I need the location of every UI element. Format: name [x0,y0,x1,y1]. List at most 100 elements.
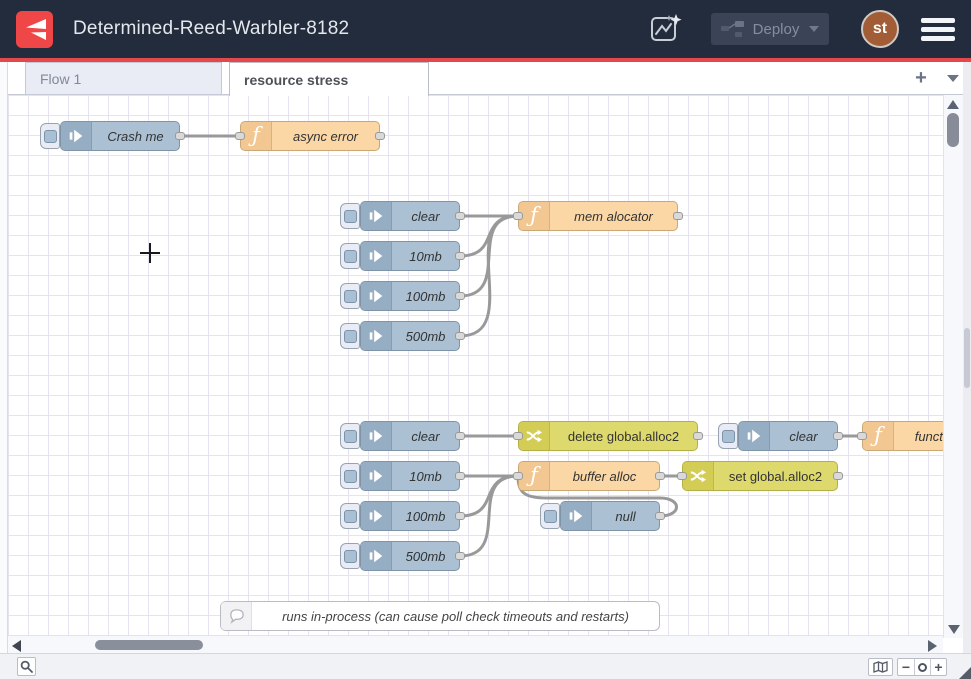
node-label: clear [770,422,837,450]
node-clear3[interactable]: clear [738,421,838,451]
horizontal-scrollbar[interactable] [8,635,943,653]
flowfuse-logo[interactable] [16,11,53,48]
inject-button[interactable] [340,283,360,309]
main-menu-button[interactable] [921,11,955,47]
inject-icon [67,127,85,145]
vertical-scrollbar[interactable] [943,95,963,638]
navigator-toggle-button[interactable] [868,658,893,676]
avatar-initials: st [873,20,887,38]
output-port[interactable] [455,332,465,340]
inject-button-inner [544,510,557,523]
zoom-out-button[interactable]: − [898,659,914,675]
input-port[interactable] [235,132,245,140]
search-icon [20,660,33,673]
flow-canvas[interactable]: Crash me ƒasync error clear 10mb 100mb 500mb ƒ… [8,95,943,635]
wire-tenmb1-mem-alocator[interactable] [460,216,518,256]
output-port[interactable] [833,472,843,480]
output-port[interactable] [655,472,665,480]
node-label: clear [392,422,459,450]
ai-assistant-button[interactable] [647,11,685,47]
vertical-scrollbar-thumb[interactable] [947,113,959,147]
node-tenmb2[interactable]: 10mb [360,461,460,491]
inject-button[interactable] [40,123,60,149]
inject-button-inner [344,250,357,263]
menu-icon [921,36,955,41]
output-port[interactable] [833,432,843,440]
wire-hundredmb2-buffer-alloc[interactable] [460,476,518,516]
output-port[interactable] [175,132,185,140]
resize-grip[interactable] [959,667,971,679]
node-crash-me[interactable]: Crash me [60,121,180,151]
inject-button-inner [344,470,357,483]
output-port[interactable] [655,512,665,520]
inject-button[interactable] [340,423,360,449]
node-function-node[interactable]: ƒfunction [862,421,943,451]
inject-button[interactable] [340,243,360,269]
deploy-options-caret[interactable] [809,26,819,32]
search-flows-button[interactable] [17,657,36,676]
add-flow-button[interactable]: + [909,66,933,90]
inject-button[interactable] [340,323,360,349]
function-glyph: ƒ [874,425,882,446]
inject-button[interactable] [340,203,360,229]
tab-resource-stress[interactable]: resource stress [229,62,429,96]
output-port[interactable] [455,552,465,560]
horizontal-scrollbar-thumb[interactable] [95,640,203,650]
node-buffer-alloc[interactable]: ƒbuffer alloc [518,461,660,491]
node-async-error[interactable]: ƒasync error [240,121,380,151]
inject-button-inner [344,290,357,303]
node-comment[interactable]: runs in-process (can cause poll check ti… [220,601,660,631]
output-port[interactable] [455,512,465,520]
flow-list-caret[interactable] [947,75,959,82]
scroll-up-arrow-icon[interactable] [947,100,959,109]
user-avatar[interactable]: st [861,10,899,48]
output-port[interactable] [455,472,465,480]
node-set-global[interactable]: set global.alloc2 [682,461,838,491]
inject-button[interactable] [540,503,560,529]
node-hundredmb1[interactable]: 100mb [360,281,460,311]
flowfuse-logo-glyph [22,16,48,42]
scroll-left-arrow-icon[interactable] [12,640,21,652]
output-port[interactable] [455,252,465,260]
page-scrollbar-thumb[interactable] [964,328,970,388]
input-port[interactable] [513,432,523,440]
zoom-reset-icon [918,663,927,672]
output-port[interactable] [693,432,703,440]
output-port[interactable] [455,432,465,440]
node-delete-global[interactable]: delete global.alloc2 [518,421,698,451]
inject-button[interactable] [340,503,360,529]
tab-flow-1[interactable]: Flow 1 [25,62,222,95]
menu-icon [921,27,955,32]
input-port[interactable] [857,432,867,440]
node-fivehundred1[interactable]: 500mb [360,321,460,351]
inject-button[interactable] [718,423,738,449]
input-port[interactable] [677,472,687,480]
node-mem-alocator[interactable]: ƒmem alocator [518,201,678,231]
deploy-button[interactable]: Deploy [711,13,829,45]
zoom-reset-button[interactable] [914,659,930,675]
output-port[interactable] [455,212,465,220]
scroll-down-arrow-icon[interactable] [948,625,960,634]
node-tenmb1[interactable]: 10mb [360,241,460,271]
node-fivehundred2[interactable]: 500mb [360,541,460,571]
zoom-in-button[interactable]: + [930,659,946,675]
function-glyph: ƒ [530,465,538,486]
inject-button[interactable] [340,463,360,489]
scroll-right-arrow-icon[interactable] [928,640,937,652]
node-clear1[interactable]: clear [360,201,460,231]
wire-fivehundred1-mem-alocator[interactable] [460,216,518,336]
node-hundredmb2[interactable]: 100mb [360,501,460,531]
node-null-node[interactable]: null [560,501,660,531]
input-port[interactable] [513,472,523,480]
inject-button[interactable] [340,543,360,569]
wire-fivehundred2-buffer-alloc[interactable] [460,476,518,556]
node-clear2[interactable]: clear [360,421,460,451]
wire-hundredmb1-mem-alocator[interactable] [460,216,518,296]
output-port[interactable] [375,132,385,140]
inject-button-inner [344,330,357,343]
page-scrollbar[interactable] [963,62,971,679]
output-port[interactable] [455,292,465,300]
input-port[interactable] [513,212,523,220]
node-label: runs in-process (can cause poll check ti… [252,602,659,630]
output-port[interactable] [673,212,683,220]
